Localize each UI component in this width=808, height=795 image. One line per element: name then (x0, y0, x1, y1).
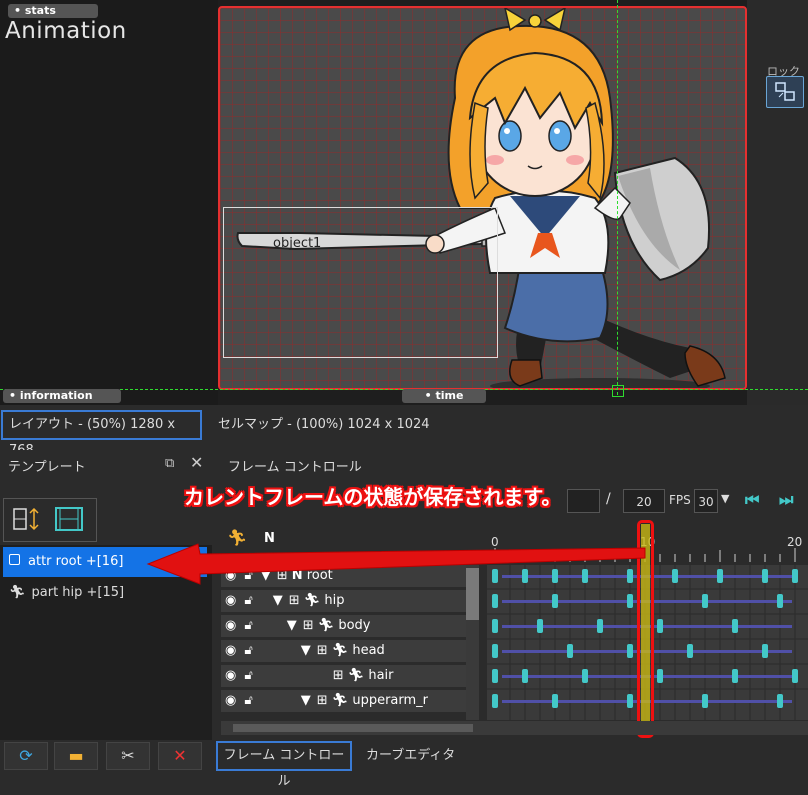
unlock-icon: 🔓︎ (244, 618, 253, 633)
fps-field[interactable]: 30 (694, 489, 718, 513)
open-folder-button[interactable]: ▬ (54, 742, 98, 770)
callout-arrow (146, 543, 646, 585)
animation-title: Animation (5, 18, 127, 44)
viewport-right-area (747, 0, 808, 405)
origin-guide-vertical (617, 0, 618, 395)
tree-label: body (338, 618, 371, 633)
tree-label: hair (368, 668, 394, 683)
part-icon: 🏃︎ (331, 693, 349, 708)
tools-button[interactable]: ✂ (106, 742, 150, 770)
tab-curve-editor[interactable]: カーブエディタ (366, 741, 455, 771)
float-panel-icon[interactable]: ⧉ (165, 456, 174, 471)
expand-arrow-icon: ▼ (300, 693, 311, 708)
expand-arrow-icon: ▼ (272, 593, 283, 608)
layout-status-tab[interactable]: レイアウト - (50%) 1280 x 768 (1, 410, 202, 458)
unlock-icon: 🔓︎ (244, 693, 253, 708)
tree-row-hip[interactable]: ◉ 🔓︎ ▼ ⊞ 🏃︎ hip (221, 590, 466, 614)
last-frame-icon[interactable]: ⏭ (779, 490, 793, 510)
information-tab[interactable]: • information (3, 389, 121, 403)
toggle-icon: ⊞ (332, 668, 344, 683)
first-frame-icon[interactable]: ⏮ (745, 490, 759, 510)
fps-label: FPS (669, 493, 691, 507)
unlock-icon: 🔓︎ (244, 643, 253, 658)
part-icon: 🏃︎ (9, 585, 26, 600)
refresh-button[interactable]: ⟳ (4, 742, 48, 770)
timeline-hscrollbar[interactable] (221, 721, 808, 735)
hscrollbar-thumb[interactable] (233, 724, 473, 732)
tree-row-upperarm-r[interactable]: ◉ 🔓︎ ▼ ⊞ 🏃︎ upperarm_r (221, 690, 466, 714)
tree-label: hip (324, 593, 345, 608)
tree-row-hair[interactable]: ◉ 🔓︎ ⊞ 🏃︎ hair (221, 665, 466, 689)
time-tab[interactable]: • time (402, 389, 486, 403)
film-icon (55, 507, 83, 531)
toggle-icon: ⊞ (316, 643, 328, 658)
part-icon: 🏃︎ (303, 593, 321, 608)
tools-icon: ✂ (121, 746, 135, 765)
attr-icon (9, 554, 20, 565)
lock-icon (775, 82, 795, 101)
eye-icon: ◉ (225, 668, 237, 683)
tree-row-body[interactable]: ◉ 🔓︎ ▼ ⊞ 🏃︎ body (221, 615, 466, 639)
part-icon: 🏃︎ (347, 668, 365, 683)
object1-bounding-box[interactable] (223, 207, 498, 358)
delete-icon: ✕ (173, 746, 187, 765)
expand-arrow-icon: ▼ (286, 618, 297, 633)
toggle-icon: ⊞ (288, 593, 300, 608)
eye-icon: ◉ (225, 693, 237, 708)
part-icon: 🏃︎ (331, 643, 349, 658)
end-frame-field[interactable]: 20 (623, 489, 665, 513)
viewport-left-area (0, 0, 218, 405)
stats-tab[interactable]: • stats (8, 4, 98, 18)
current-frame-field[interactable] (567, 489, 600, 513)
part-icon: 🏃︎ (317, 618, 335, 633)
tree-label: head (352, 643, 385, 658)
eye-icon: ◉ (225, 643, 237, 658)
unlock-icon: 🔓︎ (244, 668, 253, 683)
fps-dropdown-icon[interactable]: ▼ (721, 492, 729, 505)
toggle-icon: ⊞ (302, 618, 314, 633)
expand-icon (13, 507, 39, 531)
lock-button[interactable] (766, 76, 804, 108)
refresh-icon: ⟳ (19, 746, 33, 765)
frame-control-title: フレーム コントロール (228, 460, 362, 475)
template-toolbar (3, 498, 97, 542)
toggle-icon: ⊞ (316, 693, 328, 708)
unlock-icon: 🔓︎ (244, 593, 253, 608)
list-item-label: attr root +[16] (28, 554, 124, 569)
tree-row-head[interactable]: ◉ 🔓︎ ▼ ⊞ 🏃︎ head (221, 640, 466, 664)
eye-icon: ◉ (225, 593, 237, 608)
list-item-label: part hip +[15] (31, 585, 125, 600)
tab-frame-control[interactable]: フレーム コントロール (216, 741, 352, 789)
close-icon[interactable]: ✕ (190, 453, 203, 472)
expand-arrow-icon: ▼ (300, 643, 311, 658)
ruler-label-20: 20 (787, 535, 803, 549)
object1-label: object1 (273, 236, 322, 251)
frame-separator: / (606, 491, 611, 507)
cellmap-status-tab[interactable]: セルマップ - (100%) 1024 x 1024 (218, 410, 430, 440)
callout-annotation: カレントフレームの状態が保存されます。 (184, 485, 562, 509)
folder-icon: ▬ (68, 746, 84, 765)
eye-icon: ◉ (225, 618, 237, 633)
template-panel-title: テンプレート (8, 460, 86, 475)
origin-marker[interactable] (612, 385, 624, 397)
delete-button[interactable]: ✕ (158, 742, 202, 770)
tree-label: upperarm_r (352, 693, 429, 708)
